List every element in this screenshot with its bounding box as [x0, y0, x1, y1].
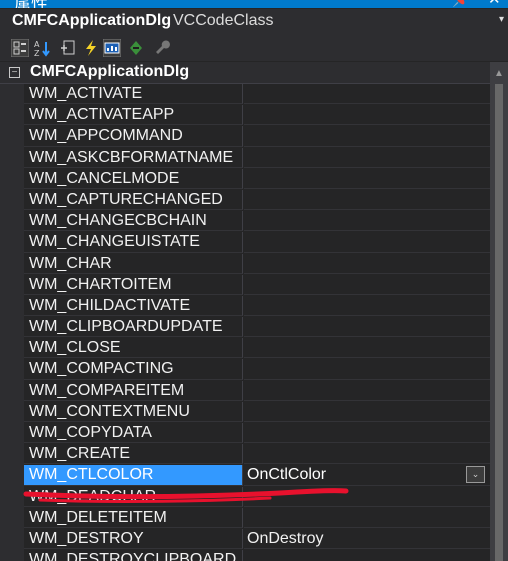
- overrides-icon[interactable]: [127, 39, 145, 57]
- class-name: CMFCApplicationDlg: [12, 12, 172, 29]
- message-name[interactable]: WM_COPYDATA: [24, 423, 243, 444]
- message-name[interactable]: WM_ASKCBFORMATNAME: [24, 147, 243, 168]
- handler-value[interactable]: [244, 338, 490, 359]
- handler-value[interactable]: [244, 508, 490, 528]
- property-pages-icon[interactable]: [154, 39, 172, 57]
- message-name[interactable]: WM_DESTROY: [24, 528, 243, 550]
- handler-value[interactable]: [244, 381, 490, 401]
- message-row[interactable]: WM_DELETEITEM: [0, 507, 490, 529]
- message-row[interactable]: WM_DESTROY OnDestroy: [0, 528, 490, 550]
- message-name[interactable]: WM_COMPAREITEM: [24, 380, 243, 401]
- svg-text:A: A: [34, 40, 40, 49]
- window-title-bar: 属性 📌 ✕: [0, 0, 508, 8]
- message-name[interactable]: WM_CHILDACTIVATE: [24, 295, 243, 317]
- handler-value[interactable]: [244, 423, 490, 444]
- message-name[interactable]: WM_ACTIVATE: [24, 84, 243, 105]
- message-name[interactable]: WM_CHANGEUISTATE: [24, 232, 243, 253]
- handler-value[interactable]: [244, 275, 490, 295]
- message-row[interactable]: WM_COPYDATA: [0, 423, 490, 444]
- message-row[interactable]: WM_CLOSE: [0, 338, 490, 359]
- chevron-down-icon[interactable]: ⌄: [466, 466, 485, 484]
- message-row[interactable]: WM_CREATE: [0, 444, 490, 465]
- message-row[interactable]: WM_ACTIVATEAPP: [0, 105, 490, 126]
- category-name: CMFCApplicationDlg: [30, 63, 190, 80]
- handler-value[interactable]: [244, 211, 490, 232]
- message-row[interactable]: WM_CLIPBOARDUPDATE: [0, 317, 490, 338]
- properties-icon[interactable]: [59, 39, 77, 57]
- vertical-scrollbar[interactable]: ▲: [490, 62, 508, 561]
- property-grid: − CMFCApplicationDlg WM_ACTIVATE WM_ACTIV…: [0, 62, 490, 561]
- pin-icon[interactable]: 📌: [452, 0, 471, 8]
- handler-value[interactable]: [244, 487, 490, 507]
- message-name[interactable]: WM_CTLCOLOR: [24, 465, 243, 486]
- message-name[interactable]: WM_COMPACTING: [24, 359, 243, 380]
- message-name[interactable]: WM_CONTEXTMENU: [24, 401, 243, 422]
- message-name[interactable]: WM_DELETEITEM: [24, 507, 243, 528]
- message-row[interactable]: WM_CONTEXTMENU: [0, 401, 490, 423]
- message-row[interactable]: WM_APPCOMMAND: [0, 126, 490, 147]
- property-rows: WM_ACTIVATE WM_ACTIVATEAPP WM_APPCOMMAND WM…: [0, 84, 490, 561]
- handler-value[interactable]: [244, 232, 490, 253]
- message-row[interactable]: WM_CAPTURECHANGED: [0, 189, 490, 211]
- message-row[interactable]: WM_CHANGECBCHAIN: [0, 211, 490, 232]
- messages-icon[interactable]: [103, 39, 121, 57]
- message-row[interactable]: WM_CTLCOLOR OnCtlColor ⌄: [0, 465, 490, 486]
- handler-value[interactable]: [244, 359, 490, 380]
- message-name[interactable]: WM_DESTROYCLIPBOARD: [24, 550, 243, 561]
- scroll-thumb[interactable]: [495, 84, 503, 561]
- category-header[interactable]: − CMFCApplicationDlg: [0, 62, 490, 84]
- message-row[interactable]: WM_CHILDACTIVATE: [0, 295, 490, 317]
- message-row[interactable]: WM_ACTIVATE: [0, 84, 490, 105]
- message-row[interactable]: WM_CHARTOITEM: [0, 274, 490, 296]
- close-icon[interactable]: ✕: [488, 0, 501, 8]
- svg-text:Z: Z: [34, 49, 40, 57]
- message-name[interactable]: WM_CLIPBOARDUPDATE: [24, 317, 243, 338]
- handler-value[interactable]: [244, 169, 490, 189]
- handler-value[interactable]: [244, 105, 490, 126]
- handler-value[interactable]: [244, 254, 490, 274]
- handler-value[interactable]: [244, 126, 490, 147]
- scroll-up-icon[interactable]: ▲: [494, 68, 504, 79]
- window-title: 属性: [14, 0, 48, 8]
- handler-value[interactable]: [244, 317, 490, 338]
- class-type: VCCodeClass: [173, 12, 274, 29]
- message-name[interactable]: WM_APPCOMMAND: [24, 126, 243, 147]
- handler-value[interactable]: [244, 148, 490, 168]
- handler-value[interactable]: OnDestroy: [244, 529, 490, 550]
- message-row[interactable]: WM_DEADCHAR: [0, 486, 490, 508]
- collapse-icon[interactable]: −: [9, 67, 20, 78]
- categorized-icon[interactable]: [11, 39, 29, 57]
- message-row[interactable]: WM_CHAR: [0, 253, 490, 275]
- message-name[interactable]: WM_CAPTURECHANGED: [24, 189, 243, 211]
- handler-value[interactable]: [244, 550, 490, 561]
- properties-toolbar: A Z: [0, 35, 508, 61]
- message-row[interactable]: WM_COMPACTING: [0, 359, 490, 380]
- handler-value[interactable]: OnCtlColor: [244, 465, 490, 486]
- events-icon[interactable]: [82, 39, 100, 57]
- class-selector[interactable]: CMFCApplicationDlg VCCodeClass ▾: [0, 9, 508, 36]
- message-name[interactable]: WM_CHANGECBCHAIN: [24, 211, 243, 232]
- message-name[interactable]: WM_CHARTOITEM: [24, 274, 243, 295]
- message-name[interactable]: WM_CLOSE: [24, 338, 243, 359]
- handler-value[interactable]: [244, 190, 490, 211]
- message-name[interactable]: WM_CHAR: [24, 253, 243, 274]
- handler-value[interactable]: [244, 296, 490, 317]
- message-row[interactable]: WM_COMPAREITEM: [0, 380, 490, 402]
- handler-value[interactable]: [244, 444, 490, 465]
- handler-value[interactable]: [244, 84, 490, 105]
- message-row[interactable]: WM_CHANGEUISTATE: [0, 232, 490, 253]
- message-row[interactable]: WM_DESTROYCLIPBOARD: [0, 550, 490, 561]
- message-name[interactable]: WM_ACTIVATEAPP: [24, 105, 243, 126]
- alphabetical-icon[interactable]: A Z: [33, 39, 51, 57]
- message-name[interactable]: WM_CREATE: [24, 444, 243, 465]
- message-name[interactable]: WM_DEADCHAR: [24, 486, 243, 507]
- message-row[interactable]: WM_ASKCBFORMATNAME: [0, 147, 490, 169]
- message-row[interactable]: WM_CANCELMODE: [0, 168, 490, 190]
- handler-value[interactable]: [244, 402, 490, 422]
- message-name[interactable]: WM_CANCELMODE: [24, 168, 243, 189]
- chevron-down-icon[interactable]: ▾: [499, 14, 504, 25]
